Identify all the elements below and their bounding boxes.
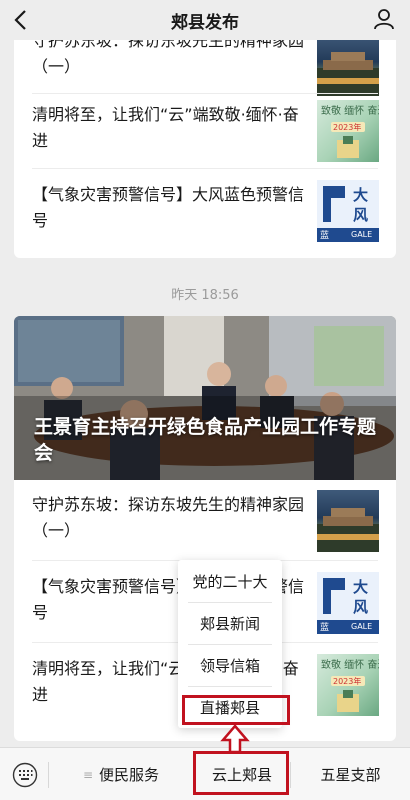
- cover-article[interactable]: 王景育主持召开绿色食品产业园工作专题会: [14, 316, 396, 480]
- message-timestamp: 昨天 18:56: [171, 288, 239, 303]
- article-item[interactable]: 【气象灾害预警信号】大风蓝色预警信号 大 风 蓝 GALE: [14, 174, 396, 248]
- city-icon: [317, 40, 379, 96]
- svg-text:致敬 缅怀 奋进: 致敬 缅怀 奋进: [321, 104, 379, 117]
- cover-title: 王景育主持召开绿色食品产业园工作专题会: [34, 416, 377, 464]
- article-item[interactable]: 守护苏东坡：探访东坡先生的精神家园（一）: [14, 40, 396, 96]
- gale-char: 蓝: [320, 231, 330, 241]
- svg-text:致敬 缅怀 奋进: 致敬 缅怀 奋进: [321, 658, 379, 671]
- menu-item-leader-mailbox[interactable]: 领导信箱: [178, 644, 282, 686]
- article-item[interactable]: 守护苏东坡：探访东坡先生的精神家园（一）: [14, 484, 396, 558]
- keyboard-icon[interactable]: [12, 762, 38, 788]
- menu-item-county-news[interactable]: 郏县新闻: [178, 602, 282, 644]
- message-card-previous: 守护苏东坡：探访东坡先生的精神家园（一） 清明将至，让我们“云”端致敬·缅怀·奋…: [14, 40, 396, 258]
- gale-char: 蓝: [320, 623, 330, 633]
- tab-label: 五星支部: [320, 766, 381, 784]
- gale-char: 风: [353, 598, 369, 616]
- article-title: 守护苏东坡：探访东坡先生的精神家园（一）: [32, 495, 305, 540]
- article-title: 守护苏东坡：探访东坡先生的精神家园（一）: [32, 40, 305, 76]
- page-title: 郏县发布: [171, 12, 239, 33]
- qingming-icon: 致敬 缅怀 奋进 2023年: [317, 100, 379, 162]
- svg-text:2023年: 2023年: [333, 676, 361, 686]
- menu-indicator-icon: ≡: [82, 767, 94, 782]
- tab-convenience-services[interactable]: ≡ 便民服务: [49, 748, 193, 800]
- article-title: 清明将至，让我们“云”端致敬·缅怀·奋进: [32, 105, 299, 150]
- gale-char: 风: [353, 206, 369, 224]
- highlight-box: [193, 751, 289, 795]
- tab-five-star-branch[interactable]: 五星支部: [291, 748, 410, 800]
- gale-warning-icon: 大 风 蓝 GALE: [317, 180, 379, 242]
- gale-label: GALE: [351, 622, 373, 631]
- article-item[interactable]: 清明将至，让我们“云”端致敬·缅怀·奋进 致敬 缅怀 奋进 2023年: [14, 94, 396, 168]
- arrow-up-icon: [220, 724, 250, 754]
- article-title: 【气象灾害预警信号】大风蓝色预警信号: [32, 185, 305, 230]
- gale-warning-icon: 大 风 蓝 GALE: [317, 572, 379, 634]
- nav-header: 郏县发布: [0, 0, 410, 40]
- profile-icon[interactable]: [372, 7, 396, 31]
- tab-label: 便民服务: [99, 766, 160, 784]
- back-icon[interactable]: [10, 8, 34, 32]
- gale-char: 大: [353, 186, 369, 204]
- highlight-box: [182, 695, 290, 725]
- gale-label: GALE: [351, 230, 373, 239]
- svg-text:2023年: 2023年: [333, 122, 361, 132]
- city-icon: [317, 490, 379, 552]
- gale-char: 大: [353, 578, 369, 596]
- menu-item-party-congress[interactable]: 党的二十大: [178, 560, 282, 602]
- qingming-icon: 致敬 缅怀 奋进 2023年: [317, 654, 379, 716]
- divider: [32, 168, 378, 169]
